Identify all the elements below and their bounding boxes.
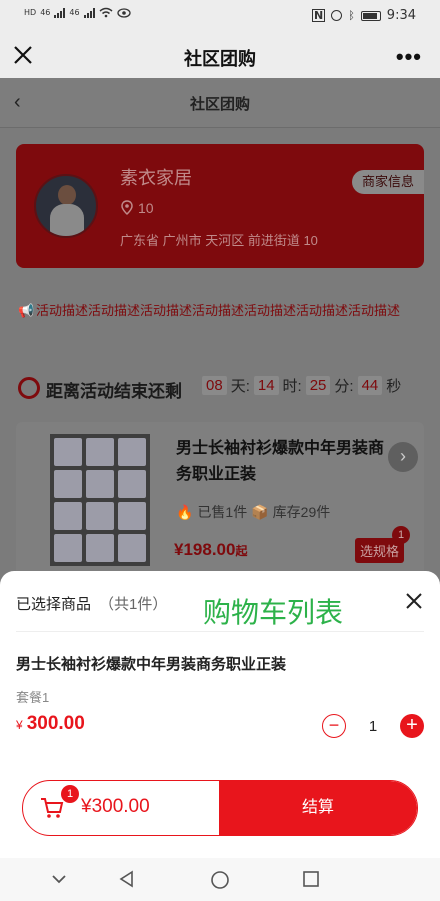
product-sold: 已售1件 [197,504,248,520]
activity-description-text: 活动描述活动描述活动描述活动描述活动描述活动描述活动描述 [36,303,401,318]
product-price-value: ¥198.00 [174,540,236,559]
countdown-minutes: 25 [305,376,331,395]
location-pin-icon [121,200,133,216]
cart-icon[interactable] [39,795,65,821]
activity-description: 📢 活动描述活动描述活动描述活动描述活动描述活动描述活动描述 [18,300,422,322]
countdown-bar: 距离活动结束还剩 08 天: 14 时: 25 分: 44 秒 [0,360,440,418]
page-title: 社区团购 [184,49,256,69]
nfc-icon: N [311,9,326,22]
sub-nav-title: 社区团购 [189,96,250,113]
countdown-hours: 14 [253,376,279,395]
shop-count-value: 10 [138,200,154,216]
battery-icon [360,10,381,21]
quantity-value: 1 [368,717,378,735]
status-bar: HD 46 46 N ᛒ 9:34 [0,0,440,34]
sheet-header: 已选择商品 （共1件） [16,593,167,614]
product-stock: 库存29件 [272,504,331,520]
chevron-down-icon[interactable] [50,870,68,888]
cart-badge: 1 [61,785,79,803]
more-menu-icon[interactable]: ••• [396,44,422,70]
signal-icon-2 [83,7,95,18]
product-price-suffix: 起 [235,544,248,558]
cart-item-price: ¥300.00 [16,713,85,735]
shop-count: 10 [120,200,154,216]
status-left: HD 46 46 [24,7,131,18]
product-image [50,434,150,566]
status-right: N ᛒ 9:34 [311,8,416,23]
close-icon[interactable] [404,591,424,611]
cart-total: ¥300.00 [81,796,150,817]
system-nav-bar [0,858,440,901]
countdown-hours-unit: 时: [282,378,302,395]
signal-icon [54,7,66,18]
quantity-stepper: − 1 + [322,714,424,738]
cart-item-price-value: 300.00 [26,713,85,734]
countdown-timer: 08 天: 14 时: 25 分: 44 秒 [202,375,401,396]
wifi-icon [99,7,113,18]
checkout-bar: 1 ¥300.00 结算 [22,780,418,836]
cart-item-name: 男士长袖衬衫爆款中年男装商务职业正装 [16,656,287,673]
bluetooth-icon: ᛒ [348,9,355,22]
hd-label: HD [24,8,37,17]
shop-address: 广东省 广州市 天河区 前进街道 10 [120,233,318,248]
nav-recents-icon[interactable] [302,870,320,888]
product-meta: 🔥 已售1件 📦 库存29件 [176,502,330,522]
sheet-item-count: （共1件） [99,596,168,613]
select-spec-button[interactable]: 选规格 1 [354,526,410,563]
product-card[interactable]: 男士长袖衬衫爆款中年男装商务职业正装 🔥 已售1件 📦 库存29件 ¥198.0… [16,422,424,582]
box-icon: 📦 [251,503,269,520]
network-label: 46 [40,8,51,17]
checkout-button[interactable]: 结算 [219,781,417,835]
countdown-seconds-unit: 秒 [386,378,402,395]
cart-sheet: 已选择商品 （共1件） 购物车列表 男士长袖衬衫爆款中年男装商务职业正装 套餐1 … [0,571,440,858]
countdown-days: 08 [202,376,227,395]
cart-item-package: 套餐1 [16,690,50,705]
decrease-button[interactable]: − [322,714,346,738]
currency-symbol: ¥ [16,718,23,732]
cart-list-caption: 购物车列表 [203,597,344,628]
title-bar: 社区团购 ••• [0,34,440,78]
product-name: 男士长袖衬衫爆款中年男装商务职业正装 [176,440,385,483]
divider [16,631,424,632]
sub-nav: ‹ 社区团购 [0,78,440,128]
network-label-2: 46 [69,8,80,17]
countdown-days-unit: 天: [230,378,250,395]
product-price: ¥198.00起 [174,540,247,560]
chevron-right-icon[interactable]: › [388,442,418,472]
alarm-clock-icon [18,377,40,399]
megaphone-icon: 📢 [18,303,35,318]
shop-name: 素衣家居 [120,168,192,188]
eye-icon [116,7,131,18]
spec-badge: 1 [392,526,410,544]
countdown-label: 距离活动结束还剩 [46,382,182,401]
fire-icon: 🔥 [176,503,194,520]
status-time: 9:34 [386,8,416,23]
alarm-icon [331,10,343,21]
nav-back-icon[interactable] [118,870,136,888]
select-spec-label: 选规格 [359,544,399,559]
nav-home-icon[interactable] [210,870,230,890]
sheet-header-title: 已选择商品 [16,596,92,613]
countdown-minutes-unit: 分: [334,378,354,395]
countdown-seconds: 44 [357,376,383,395]
shop-card: 素衣家居 商家信息 10 广东省 广州市 天河区 前进街道 10 [16,144,424,268]
shop-avatar [34,174,98,238]
shop-info-button[interactable]: 商家信息 [352,170,424,194]
increase-button[interactable]: + [400,714,424,738]
